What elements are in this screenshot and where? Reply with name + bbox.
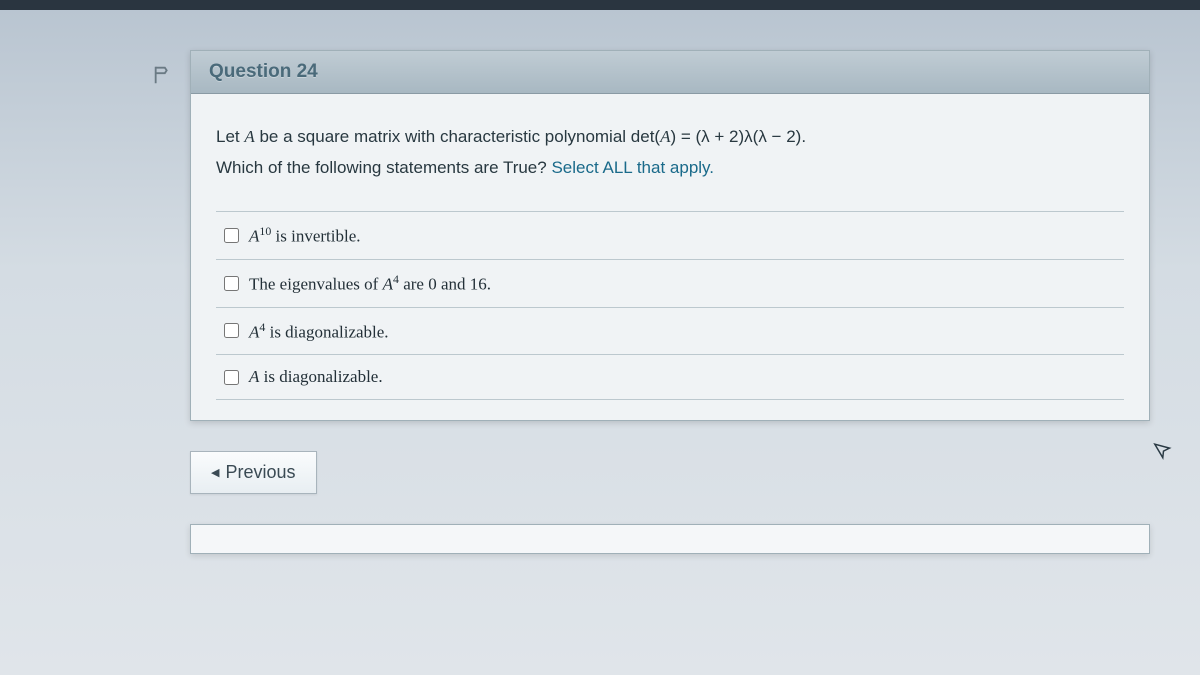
prompt-text-segment: Let bbox=[216, 127, 244, 146]
question-card: Question 24 Let A be a square matrix wit… bbox=[190, 50, 1150, 421]
next-card-peek bbox=[190, 524, 1150, 554]
prompt-text-segment: ) = (λ + 2)λ(λ − 2). bbox=[670, 127, 806, 146]
flag-icon[interactable] bbox=[151, 63, 175, 87]
option-row[interactable]: The eigenvalues of A4 are 0 and 16. bbox=[216, 260, 1124, 308]
chevron-left-icon: ◀ bbox=[211, 466, 219, 479]
prompt-text-segment: be a square matrix with characteristic p… bbox=[255, 127, 660, 146]
question-header: Question 24 bbox=[191, 51, 1149, 94]
option-row[interactable]: A is diagonalizable. bbox=[216, 355, 1124, 400]
option-checkbox-3[interactable] bbox=[224, 323, 239, 338]
nav-row: ◀ Previous bbox=[190, 451, 1200, 494]
option-label: A is diagonalizable. bbox=[249, 367, 383, 387]
option-checkbox-4[interactable] bbox=[224, 370, 239, 385]
option-row[interactable]: A4 is diagonalizable. bbox=[216, 308, 1124, 356]
prompt-highlight: Select ALL that apply. bbox=[551, 158, 714, 177]
prompt-text-segment: Which of the following statements are Tr… bbox=[216, 158, 551, 177]
math-A: A bbox=[244, 127, 254, 146]
options-list: A10 is invertible. The eigenvalues of A4… bbox=[216, 211, 1124, 400]
option-row[interactable]: A10 is invertible. bbox=[216, 212, 1124, 260]
question-body: Let A be a square matrix with characteri… bbox=[191, 94, 1149, 420]
previous-button[interactable]: ◀ Previous bbox=[190, 451, 317, 494]
option-label: The eigenvalues of A4 are 0 and 16. bbox=[249, 272, 491, 295]
option-label: A10 is invertible. bbox=[249, 224, 361, 247]
question-number: Question 24 bbox=[209, 61, 318, 82]
previous-button-label: Previous bbox=[225, 462, 295, 483]
cursor-icon bbox=[1151, 438, 1178, 469]
option-checkbox-1[interactable] bbox=[224, 228, 239, 243]
option-label: A4 is diagonalizable. bbox=[249, 320, 389, 343]
option-checkbox-2[interactable] bbox=[224, 276, 239, 291]
content-area: Question 24 Let A be a square matrix wit… bbox=[0, 10, 1200, 554]
question-prompt: Let A be a square matrix with characteri… bbox=[216, 122, 1124, 183]
window-top-bar bbox=[0, 0, 1200, 10]
math-A2: A bbox=[660, 127, 670, 146]
